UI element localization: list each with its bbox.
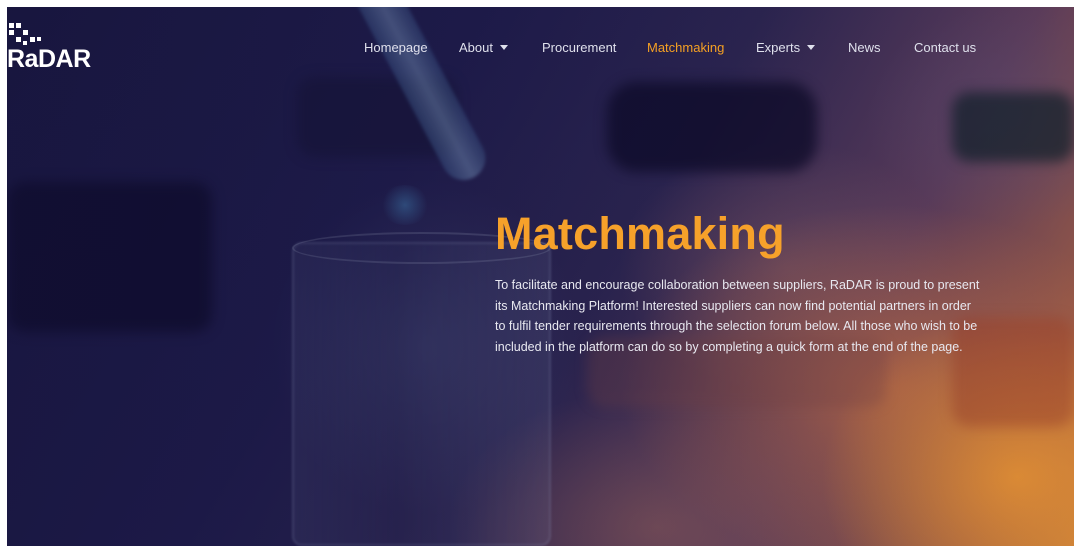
nav-item-matchmaking[interactable]: Matchmaking xyxy=(647,40,724,56)
hero-content: Matchmaking To facilitate and encourage … xyxy=(495,207,985,357)
nav-item-homepage[interactable]: Homepage xyxy=(364,40,428,56)
nav-item-experts[interactable]: Experts xyxy=(756,40,816,56)
nav-item-about[interactable]: About xyxy=(459,40,508,56)
logo-mark-icon xyxy=(7,21,47,45)
radar-logo[interactable]: RaDAR xyxy=(7,21,99,73)
hero-section: RaDAR Homepage About Procurement Matchma… xyxy=(7,7,1074,546)
chevron-down-icon xyxy=(807,45,816,51)
nav-item-about-label: About xyxy=(459,40,493,55)
nav-item-experts-label: Experts xyxy=(756,40,801,55)
page-title: Matchmaking xyxy=(495,208,785,259)
chevron-down-icon xyxy=(499,45,508,51)
nav-item-contact-us[interactable]: Contact us xyxy=(914,40,976,56)
nav-item-procurement[interactable]: Procurement xyxy=(542,40,616,56)
nav-item-news[interactable]: News xyxy=(848,40,881,56)
logo-text: RaDAR xyxy=(7,45,91,73)
hero-description: To facilitate and encourage collaboratio… xyxy=(495,278,980,354)
